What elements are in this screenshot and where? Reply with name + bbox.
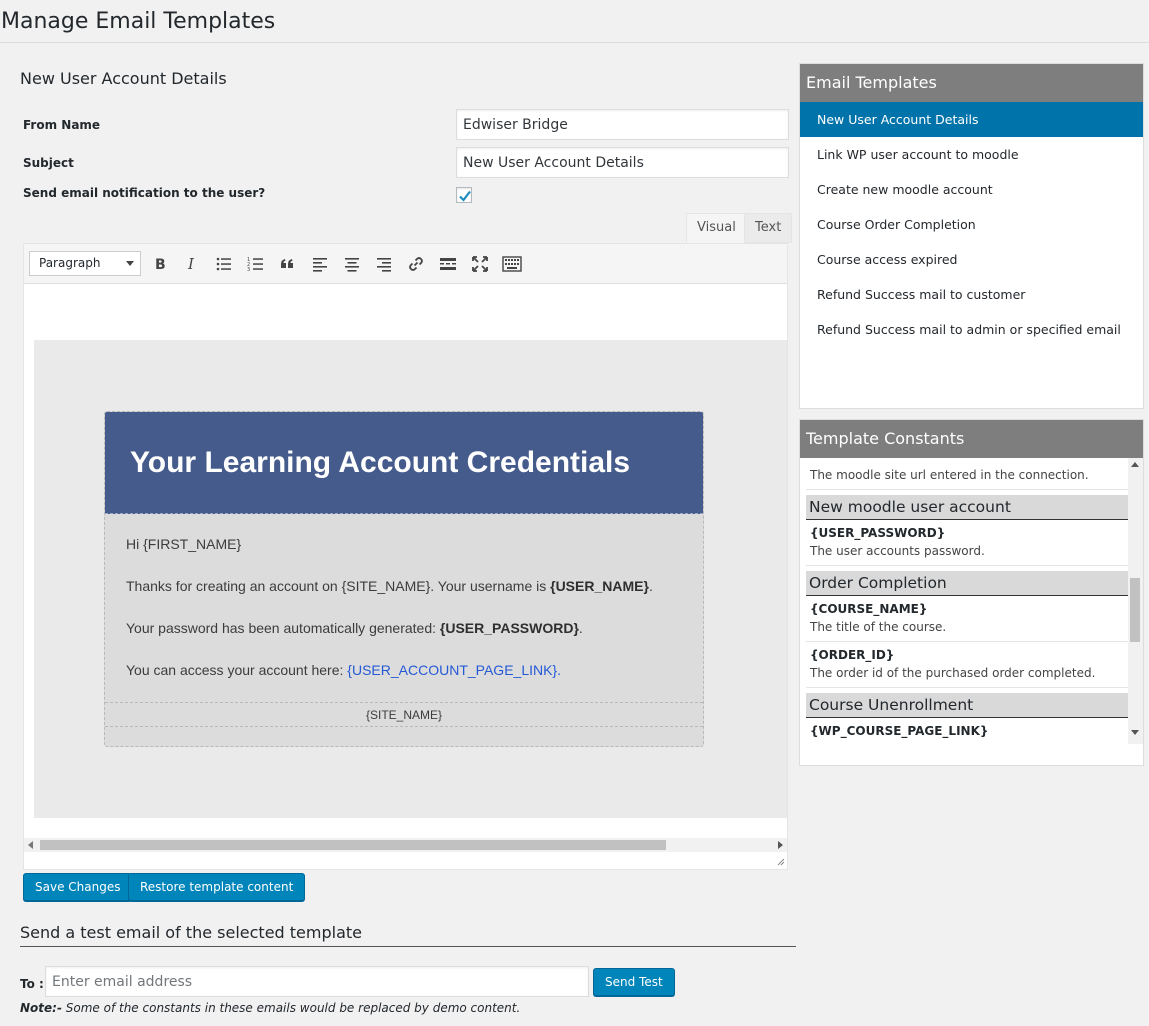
- checkmark-icon: [459, 190, 471, 202]
- align-center-icon[interactable]: [342, 254, 362, 274]
- scroll-down-icon[interactable]: [1131, 730, 1139, 735]
- tab-visual[interactable]: Visual: [686, 213, 747, 243]
- template-item-create-moodle-account[interactable]: Create new moodle account: [800, 172, 1143, 207]
- email-templates-list: New User Account Details Link WP user ac…: [800, 102, 1143, 347]
- email-templates-panel: Email Templates New User Account Details…: [799, 63, 1144, 409]
- email-line-account-link: You can access your account here: {USER_…: [126, 662, 562, 678]
- template-item-new-user-account[interactable]: New User Account Details: [800, 102, 1143, 137]
- constant-desc: The order id of the purchased order comp…: [810, 666, 1096, 680]
- constant-item: {WP_COURSE_PAGE_LINK}: [806, 718, 1128, 744]
- toolbar-toggle-icon[interactable]: [502, 254, 522, 274]
- tab-text[interactable]: Text: [744, 213, 793, 243]
- title-divider: [0, 42, 1149, 43]
- constant-name: {WP_COURSE_PAGE_LINK}: [810, 724, 989, 738]
- from-name-label: From Name: [23, 118, 101, 132]
- link-icon[interactable]: [406, 254, 426, 274]
- restore-template-button[interactable]: Restore template content: [128, 873, 306, 901]
- bold-icon[interactable]: B: [150, 254, 170, 274]
- italic-icon[interactable]: I: [182, 254, 202, 274]
- template-heading: New User Account Details: [20, 69, 227, 88]
- notify-label: Send email notification to the user?: [23, 186, 266, 200]
- numbered-list-icon[interactable]: 123: [246, 254, 266, 274]
- email-footer: {SITE_NAME}: [105, 702, 703, 727]
- template-item-course-order-completion[interactable]: Course Order Completion: [800, 207, 1143, 242]
- send-test-button[interactable]: Send Test: [593, 968, 675, 996]
- scroll-up-icon[interactable]: [1131, 462, 1139, 467]
- template-item-course-access-expired[interactable]: Course access expired: [800, 242, 1143, 277]
- constants-scroll-area[interactable]: The moodle site url entered in the conne…: [800, 458, 1143, 744]
- test-email-divider: [20, 946, 796, 947]
- constant-name: {USER_PASSWORD}: [810, 526, 946, 540]
- email-card: Your Learning Account Credentials Hi {FI…: [104, 411, 704, 747]
- constant-desc: The user accounts password.: [810, 544, 985, 558]
- template-item-refund-customer[interactable]: Refund Success mail to customer: [800, 277, 1143, 312]
- constant-item: {USER_PASSWORD} The user accounts passwo…: [806, 520, 1128, 566]
- fullscreen-icon[interactable]: [470, 254, 490, 274]
- template-item-link-wp-account[interactable]: Link WP user account to moodle: [800, 137, 1143, 172]
- email-templates-title: Email Templates: [800, 64, 1143, 102]
- constants-group-order-completion: Order Completion: [806, 571, 1128, 596]
- template-item-refund-admin[interactable]: Refund Success mail to admin or specifie…: [800, 312, 1143, 347]
- test-email-note: Note:- Some of the constants in these em…: [20, 1001, 521, 1015]
- to-label: To :: [20, 977, 44, 991]
- align-right-icon[interactable]: [374, 254, 394, 274]
- from-name-input[interactable]: [456, 109, 789, 140]
- format-select-value: Paragraph: [39, 256, 101, 270]
- email-background: Your Learning Account Credentials Hi {FI…: [34, 340, 787, 818]
- email-editor[interactable]: Paragraph B I 123 Your Learning Account …: [23, 243, 788, 870]
- svg-text:B: B: [155, 257, 166, 273]
- scrollbar-thumb[interactable]: [40, 840, 666, 850]
- svg-text:I: I: [187, 255, 195, 273]
- resize-handle-icon[interactable]: [777, 858, 785, 866]
- subject-label: Subject: [23, 156, 74, 170]
- test-email-input[interactable]: [45, 966, 589, 997]
- read-more-icon[interactable]: [438, 254, 458, 274]
- bullet-list-icon[interactable]: [214, 254, 234, 274]
- email-line-username: Thanks for creating an account on {SITE_…: [126, 578, 653, 594]
- scroll-left-icon[interactable]: [28, 841, 33, 849]
- format-select[interactable]: Paragraph: [29, 251, 141, 276]
- account-page-link[interactable]: {USER_ACCOUNT_PAGE_LINK}: [347, 662, 557, 678]
- email-heading: Your Learning Account Credentials: [130, 446, 631, 479]
- constant-desc: [810, 740, 1128, 744]
- email-header: Your Learning Account Credentials: [105, 412, 703, 514]
- editor-horizontal-scrollbar[interactable]: [24, 838, 787, 852]
- subject-input[interactable]: [456, 147, 789, 178]
- constants-vertical-scrollbar[interactable]: [1128, 458, 1143, 744]
- chevron-down-icon: [126, 261, 134, 266]
- constants-group-new-moodle-user: New moodle user account: [806, 495, 1128, 520]
- constant-desc: The moodle site url entered in the conne…: [810, 468, 1089, 482]
- constant-item: {ORDER_ID} The order id of the purchased…: [806, 642, 1128, 688]
- email-line-password: Your password has been automatically gen…: [126, 620, 583, 636]
- template-constants-title: Template Constants: [800, 420, 1143, 458]
- align-left-icon[interactable]: [310, 254, 330, 274]
- svg-text:3: 3: [247, 267, 250, 273]
- scroll-right-icon[interactable]: [778, 841, 783, 849]
- save-changes-button[interactable]: Save Changes: [23, 873, 133, 901]
- constant-name: [810, 458, 1128, 466]
- notify-checkbox[interactable]: [456, 187, 472, 203]
- constants-group-course-unenrollment: Course Unenrollment: [806, 693, 1128, 718]
- test-email-heading: Send a test email of the selected templa…: [20, 923, 362, 942]
- template-constants-panel: Template Constants The moodle site url e…: [799, 419, 1144, 766]
- constant-item: The moodle site url entered in the conne…: [806, 458, 1128, 490]
- email-greeting: Hi {FIRST_NAME}: [126, 536, 242, 552]
- scrollbar-thumb[interactable]: [1130, 578, 1140, 642]
- editor-toolbar: Paragraph B I 123: [24, 244, 787, 284]
- constant-desc: The title of the course.: [810, 620, 947, 634]
- constant-name: {ORDER_ID}: [810, 648, 895, 662]
- constant-item: {COURSE_NAME} The title of the course.: [806, 596, 1128, 642]
- constant-name: {COURSE_NAME}: [810, 602, 928, 616]
- blockquote-icon[interactable]: [278, 254, 298, 274]
- page-title: Manage Email Templates: [1, 9, 276, 34]
- editor-content[interactable]: Your Learning Account Credentials Hi {FI…: [24, 285, 787, 838]
